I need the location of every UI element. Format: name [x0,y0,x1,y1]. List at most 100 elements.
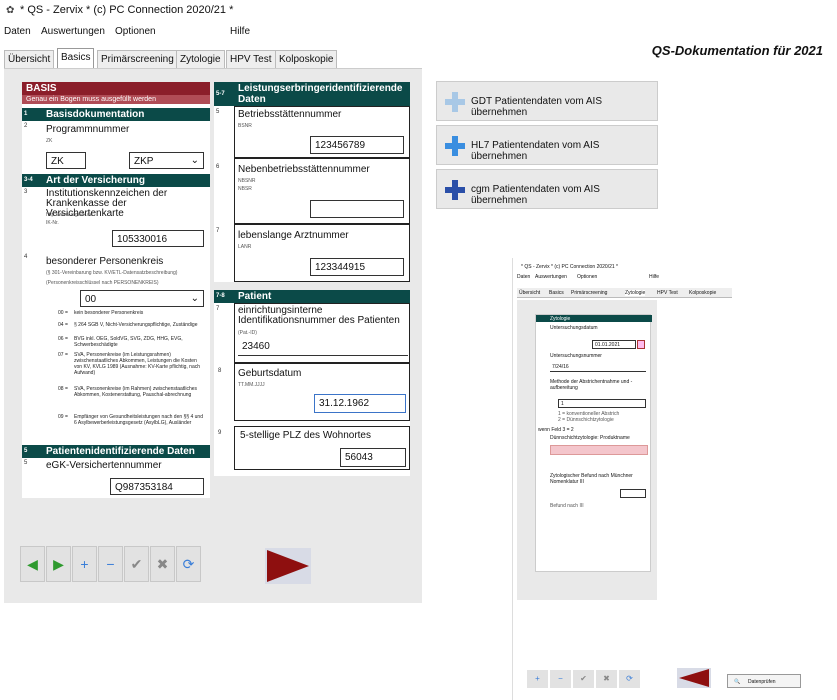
personenkreis-select[interactable]: 00 ⌄ [80,290,204,307]
small-befund-hint: Befund nach III [550,503,584,509]
small-back-arrow-button[interactable] [677,668,711,688]
plz-input[interactable]: 56043 [340,448,406,467]
small-untersuchungsnummer-label: Untersuchungsnummer [550,353,602,359]
small-tab-uebersicht[interactable]: Übersicht [519,290,540,296]
tab-uebersicht[interactable]: Übersicht [4,50,55,68]
bsnr-hint: BSNR [238,123,252,129]
leistung-form: 5-7 Leistungserbringeridentifizierende Da… [214,82,410,282]
small-tab-bar: Übersicht Basics Primärscreening Zytolog… [517,288,732,298]
cgm-import-button[interactable]: cgm Patientendaten vom AIS übernehmen [436,169,658,209]
personenkreis-option-text: Empfänger von Gesundheitsleistungen nach… [74,414,203,426]
field-number: 5 [216,109,220,115]
arrow-right-icon [267,550,309,582]
field-number: 7 [216,228,220,234]
small-remove-icon[interactable]: − [550,670,571,688]
tab-primaerscreening[interactable]: Primärscreening [97,50,178,68]
small-tab-primaerscreening[interactable]: Primärscreening [571,290,607,296]
previous-icon[interactable]: ◀ [20,546,45,582]
small-methode-label: Methode der Abstrichentnahme und -aufber… [550,379,633,391]
nbsnr-hint: NBSNR [238,178,256,184]
small-window-title: * QS - Zervix * (c) PC Connection 2020/2… [521,264,618,270]
lanr-input[interactable]: 123344915 [310,258,404,276]
tab-zytologie[interactable]: Zytologie [176,50,225,68]
small-add-icon[interactable]: + [527,670,548,688]
chevron-down-icon: ⌄ [190,293,199,304]
small-produktname-label: Dünnschichtzytologie: Produktname [550,435,630,441]
small-methode-select[interactable]: 1 [558,399,646,408]
programmnummer-label: Programmnummer [46,124,130,135]
plus-icon [445,92,465,112]
small-confirm-icon[interactable]: ✔ [573,670,594,688]
basis-subtitle: Genau ein Bogen muss ausgefüllt werden [22,95,210,104]
small-tab-zytologie[interactable]: Zytologie [625,290,646,296]
remove-icon[interactable]: − [98,546,123,582]
small-menu-optionen[interactable]: Optionen [577,274,597,280]
menu-optionen[interactable]: Optionen [115,26,156,37]
personenkreis-hint-2: (Personenkreisschlüssel nach PERSONENKRE… [46,280,159,286]
small-befund-select[interactable] [620,489,646,498]
small-tab-hpv[interactable]: HPV Test [657,290,678,296]
programmnummer-hint: ZK [46,138,53,144]
tab-hpv-test[interactable]: HPV Test [226,50,276,68]
small-menu-daten[interactable]: Daten [517,274,530,280]
field-number: 9 [218,430,222,436]
egk-input[interactable]: Q987353184 [110,478,204,495]
gdt-import-button[interactable]: GDT Patientendaten vom AIS übernehmen [436,81,658,121]
hl7-import-button[interactable]: HL7 Patientendaten vom AIS übernehmen [436,125,658,165]
geburtsdatum-input[interactable]: 31.12.1962 [314,394,406,413]
record-toolbar: ◀ ▶ + − ✔ ✖ ⟳ [20,546,224,582]
personenkreis-option-code: 07 = [58,352,68,358]
bsnr-input[interactable]: 123456789 [310,136,404,154]
egk-label: eGK-Versichertennummer [46,460,162,471]
personenkreis-option-text: SVA, Personenkreise (im Leistungsrahmen)… [74,352,201,376]
section-patientendaten: 5 Patientenidentifizierende Daten [22,445,210,458]
menu-auswertungen[interactable]: Auswertungen [41,26,105,37]
refresh-icon[interactable]: ⟳ [176,546,201,582]
small-untersuchungsdatum-label: Untersuchungsdatum [550,325,598,331]
menu-hilfe[interactable]: Hilfe [230,26,250,37]
small-date-input[interactable]: 01.01.2021 [592,340,636,349]
cancel-icon[interactable]: ✖ [150,546,175,582]
small-tab-kolposkopie[interactable]: Kolposkopie [689,290,716,296]
basis-form: BASIS Genau ein Bogen muss ausgefüllt we… [22,82,210,498]
confirm-icon[interactable]: ✔ [124,546,149,582]
arrow-left-icon [679,669,709,687]
calendar-icon[interactable] [637,340,645,349]
geburtsdatum-hint: TT.MM.JJJJ [238,382,265,388]
small-menu-hilfe[interactable]: Hilfe [649,274,659,280]
personenkreis-option-code: 06 = [58,336,68,342]
tab-kolposkopie[interactable]: Kolposkopie [275,50,338,68]
small-refresh-icon[interactable]: ⟳ [619,670,640,688]
next-icon[interactable]: ▶ [46,546,71,582]
small-cancel-icon[interactable]: ✖ [596,670,617,688]
title-bar: ✿ * QS - Zervix * (c) PC Connection 2020… [0,0,837,22]
ik-input[interactable]: 105330016 [112,230,204,247]
small-methode-option-2: 2 = Dünnschichtzytologie [558,417,614,423]
menu-daten[interactable]: Daten [4,26,31,37]
small-condition-label: wenn Feld 3 = 2 [538,427,574,433]
small-untersuchungsnummer-input[interactable]: 7/24/16 [550,363,646,372]
secondary-window: * QS - Zervix * (c) PC Connection 2020/2… [512,258,836,700]
search-icon: 🔍 [734,679,741,685]
field-number: 2 [24,123,28,129]
add-icon[interactable]: + [72,546,97,582]
ik-hint-2: IK-Nr. [46,220,59,226]
small-tab-basics[interactable]: Basics [549,290,564,296]
nbsnr-label: Nebenbetriebsstättennummer [238,164,370,175]
patid-input[interactable]: 23460 [238,338,408,356]
personenkreis-option-text: SVA, Personenkreise (im Rahmen) zwischen… [74,386,198,398]
datenpruefen-button[interactable]: 🔍 Datenprüfen [727,674,801,688]
small-menu-auswertungen[interactable]: Auswertungen [535,274,567,280]
small-toolbar: + − ✔ ✖ ⟳ [527,670,640,688]
app-icon: ✿ [6,5,15,16]
play-arrow-button[interactable] [265,548,311,584]
small-section-header: Zytologie [536,315,652,322]
nbsnr-input[interactable] [310,200,404,218]
tab-basics[interactable]: Basics [57,48,95,68]
lanr-label: lebenslange Arztnummer [238,230,349,241]
programmnummer-select[interactable]: ZKP ⌄ [129,152,204,169]
menu-bar: Daten Auswertungen Optionen Hilfe [0,24,837,40]
programmnummer-input[interactable]: ZK [46,152,86,169]
small-produktname-input[interactable] [550,445,648,455]
patid-hint: (Pat.-ID) [238,330,257,336]
